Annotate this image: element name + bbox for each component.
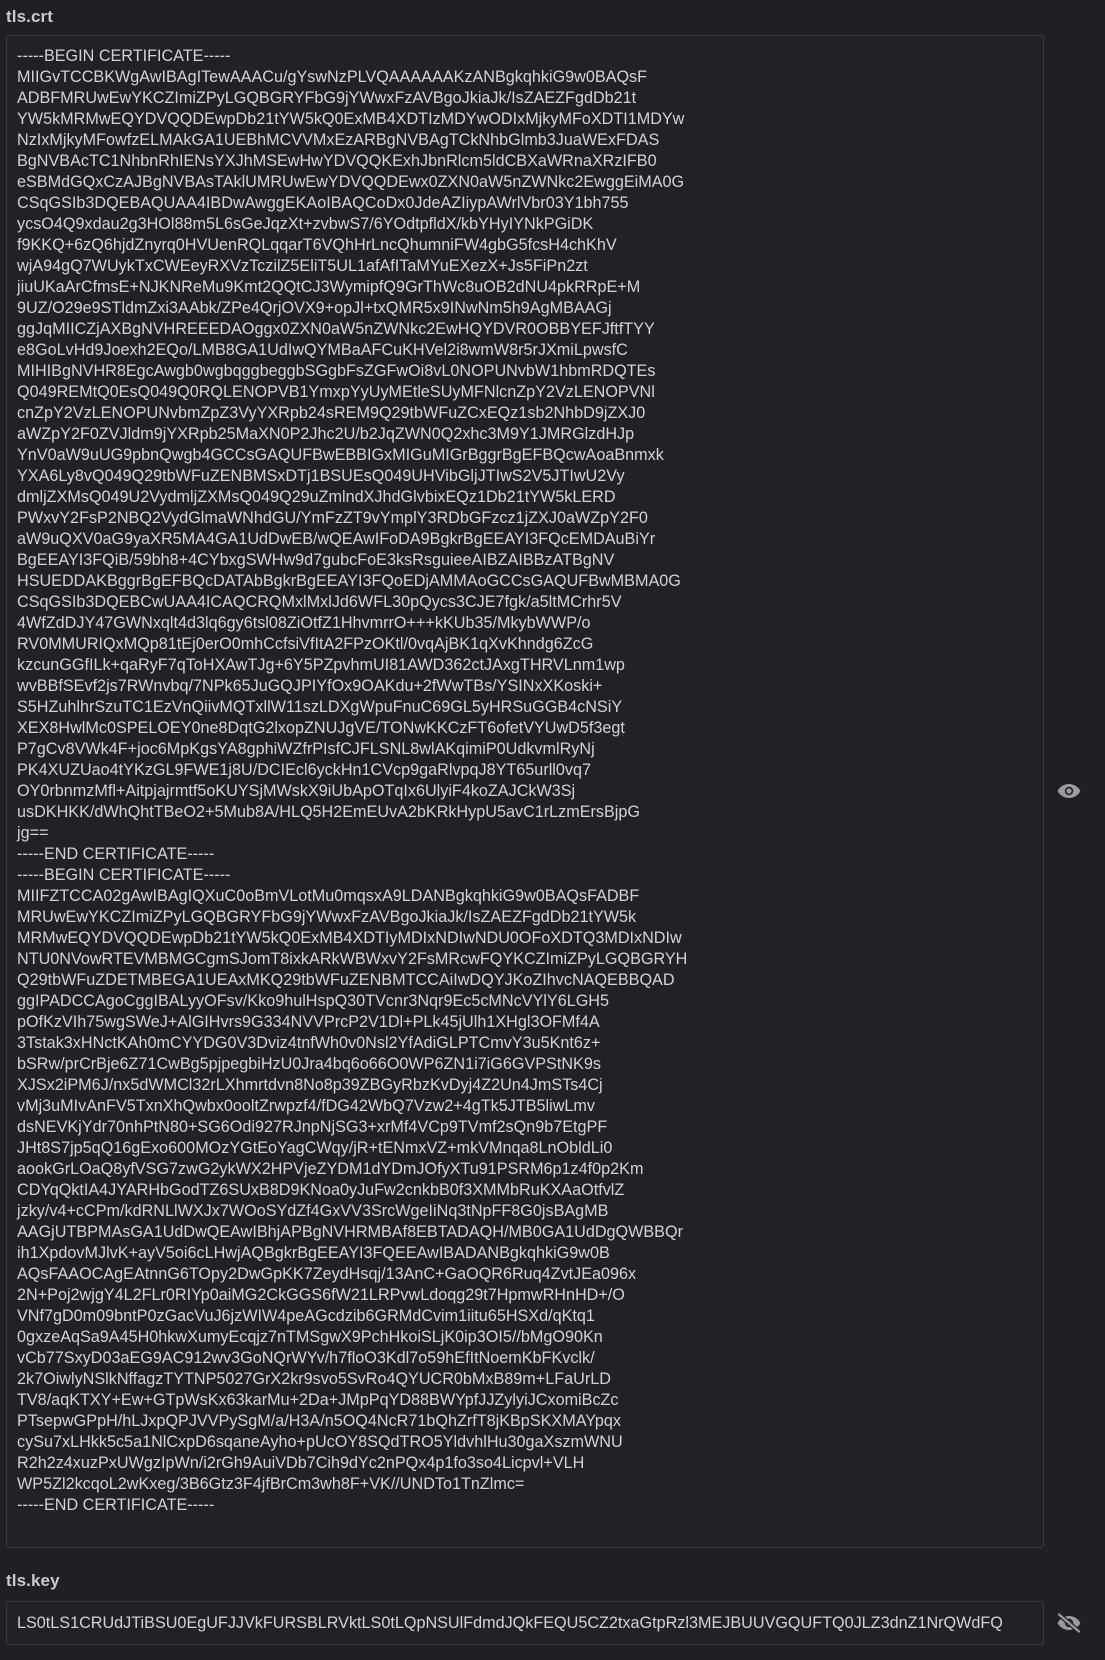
tls-key-input[interactable]: LS0tLS1CRUdJTiBSU0EgUFJJVkFURSBLRVktLS0t… bbox=[7, 1602, 1043, 1644]
eye-icon[interactable] bbox=[1055, 780, 1083, 802]
tls-crt-label: tls.crt bbox=[6, 7, 53, 26]
tls-key-label: tls.key bbox=[6, 1571, 60, 1590]
tls-crt-textarea[interactable]: -----BEGIN CERTIFICATE----- MIIGvTCCBKWg… bbox=[6, 35, 1044, 1548]
tls-crt-value[interactable]: -----BEGIN CERTIFICATE----- MIIGvTCCBKWg… bbox=[7, 36, 1043, 1516]
tls-key-field[interactable]: LS0tLS1CRUdJTiBSU0EgUFJJVkFURSBLRVktLS0t… bbox=[6, 1601, 1044, 1645]
eye-off-icon[interactable] bbox=[1055, 1612, 1083, 1634]
